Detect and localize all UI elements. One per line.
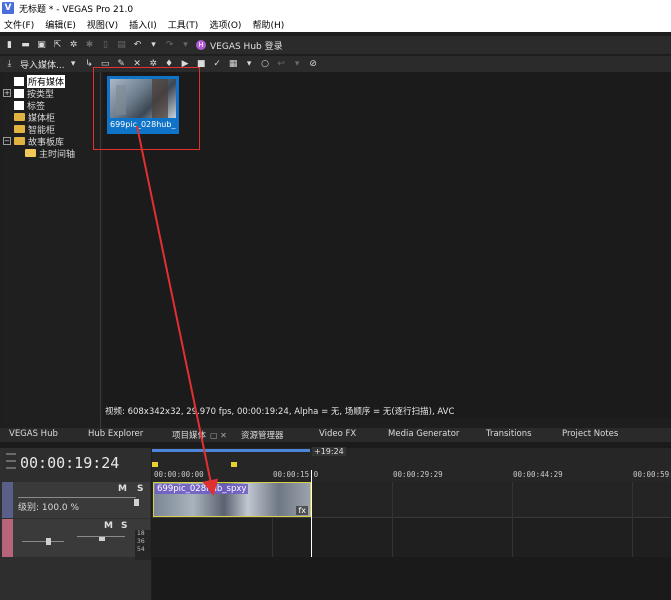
video-event-clip[interactable]: 699pic_028hub_spxy fx — [153, 482, 311, 517]
tree-item-smart-bins[interactable]: 智能柜 — [3, 123, 100, 136]
annotation-highlight-box — [93, 67, 200, 150]
loop-start-marker[interactable] — [152, 462, 158, 467]
views-chevron-icon[interactable]: ▾ — [244, 59, 255, 70]
tab-hub-explorer[interactable]: Hub Explorer — [88, 429, 143, 439]
auto-preview-icon[interactable]: ✓ — [212, 59, 223, 70]
clip-label: 699pic_028hub_spxy — [155, 484, 249, 494]
import-media-button[interactable]: 导入媒体... — [20, 58, 65, 71]
tab-video-fx[interactable]: Video FX — [319, 429, 356, 439]
copy-icon[interactable]: ▯ — [100, 40, 111, 51]
tab-media-generator[interactable]: Media Generator — [388, 429, 459, 439]
menu-bar: 文件(F) 编辑(E) 视图(V) 插入(I) 工具(T) 选项(O) 帮助(H… — [0, 16, 671, 32]
menu-tools[interactable]: 工具(T) — [168, 18, 199, 31]
timeline-empty-area — [152, 557, 671, 600]
level-slider-thumb[interactable] — [134, 499, 139, 506]
media-folder-icon — [14, 76, 24, 86]
menu-insert[interactable]: 插入(I) — [129, 18, 157, 31]
tag-folder-icon — [14, 100, 24, 110]
tab-vegas-hub[interactable]: VEGAS Hub — [9, 429, 58, 439]
undo-history-chevron-icon[interactable]: ▾ — [148, 40, 159, 51]
delete-icon[interactable]: ▤ — [116, 40, 127, 51]
audio-vu-meter: 18 36 54 — [135, 530, 151, 560]
vu-label: 18 — [137, 530, 145, 537]
cut-icon[interactable]: ✱ — [84, 40, 95, 51]
folder-icon — [14, 125, 25, 133]
tree-item-all-media[interactable]: 所有媒体 — [3, 74, 100, 88]
redo-icon[interactable]: ↷ — [164, 40, 175, 51]
tab-explorer[interactable]: 资源管理器 — [241, 429, 284, 441]
tree-item-storyboard-bins[interactable]: − 故事板库 — [3, 135, 100, 148]
solo-button[interactable]: S — [121, 521, 127, 531]
export-icon[interactable]: ⇱ — [52, 40, 63, 51]
solo-button[interactable]: S — [137, 484, 143, 494]
menu-file[interactable]: 文件(F) — [4, 18, 34, 31]
drag-handle-icon[interactable] — [4, 448, 18, 478]
media-folder-icon — [14, 88, 24, 98]
close-icon[interactable]: ▢ ✕ — [210, 431, 227, 440]
clear-filter-icon[interactable]: ⊘ — [308, 59, 319, 70]
audio-track-header[interactable] — [2, 519, 150, 557]
back-icon[interactable]: ↩ — [276, 59, 287, 70]
vegas-hub-icon[interactable]: H — [196, 40, 206, 50]
pan-slider-thumb[interactable] — [99, 537, 105, 541]
settings-gear-icon[interactable]: ✲ — [68, 40, 79, 51]
loop-end-marker[interactable] — [231, 462, 237, 467]
redo-history-chevron-icon[interactable]: ▾ — [180, 40, 191, 51]
undo-icon[interactable]: ↶ — [132, 40, 143, 51]
collapse-icon[interactable]: − — [3, 137, 11, 145]
main-toolbar: ▮ ▬ ▣ ⇱ ✲ ✱ ▯ ▤ ↶ ▾ ↷ ▾ H VEGAS Hub 登录 — [0, 36, 671, 54]
event-fx-icon[interactable]: fx — [296, 506, 308, 515]
ruler-time-label: 00:00:59:2 — [633, 470, 671, 479]
tab-label: 项目媒体 — [172, 431, 207, 441]
mute-button[interactable]: M — [104, 521, 113, 531]
menu-options[interactable]: 选项(O) — [209, 18, 241, 31]
menu-view[interactable]: 视图(V) — [87, 18, 118, 31]
tab-transitions[interactable]: Transitions — [486, 429, 532, 439]
tree-item-tags[interactable]: 标签 — [3, 99, 100, 112]
save-icon[interactable]: ▣ — [36, 40, 47, 51]
volume-slider-thumb[interactable] — [46, 538, 51, 545]
audio-track-lane[interactable] — [152, 519, 671, 557]
ruler-time-label: 00:00:00:00 — [154, 470, 204, 479]
level-slider[interactable] — [18, 497, 136, 498]
tab-project-notes[interactable]: Project Notes — [562, 429, 618, 439]
vegas-hub-login-link[interactable]: VEGAS Hub 登录 — [210, 39, 283, 52]
loop-region-length: +19:24 — [312, 447, 346, 456]
ruler-time-label: 00:00:29:29 — [393, 470, 443, 479]
vu-label: 36 — [137, 538, 145, 545]
loop-region-bar[interactable] — [152, 449, 310, 452]
menu-edit[interactable]: 编辑(E) — [45, 18, 76, 31]
media-info-status: 视频: 608x342x32, 29.970 fps, 00:00:19:24,… — [103, 404, 671, 418]
new-project-icon[interactable]: ▮ — [4, 40, 15, 51]
import-media-icon[interactable]: ⤓ — [4, 59, 15, 70]
window-docking-tabs: VEGAS Hub Hub Explorer 项目媒体 ▢ ✕ 资源管理器 Vid… — [0, 428, 671, 442]
import-chevron-icon[interactable]: ▾ — [68, 59, 79, 70]
tree-item-main-timeline[interactable]: 主时间轴 — [3, 147, 100, 160]
tree-item-by-type[interactable]: + 按类型 — [3, 87, 100, 100]
title-bar: V 无标题 * - VEGAS Pro 21.0 — [0, 0, 671, 16]
expand-icon[interactable]: + — [3, 89, 11, 97]
tree-item-media-bins[interactable]: 媒体柜 — [3, 111, 100, 124]
menu-help[interactable]: 帮助(H) — [252, 18, 284, 31]
window-title: 无标题 * - VEGAS Pro 21.0 — [19, 4, 134, 15]
track-level-label[interactable]: 级别: 100.0 % — [18, 500, 79, 513]
vu-label: 54 — [137, 546, 145, 553]
tab-project-media[interactable]: 项目媒体 ▢ ✕ — [172, 429, 227, 441]
views-icon[interactable]: ▦ — [228, 59, 239, 70]
open-project-icon[interactable]: ▬ — [20, 40, 31, 51]
timecode-display: 00:00:19:24 — [20, 454, 120, 472]
search-icon[interactable]: ○ — [260, 59, 271, 70]
tree-item-label: 主时间轴 — [39, 149, 76, 160]
folder-icon — [14, 137, 25, 145]
volume-slider[interactable] — [22, 541, 64, 542]
back-chevron-icon[interactable]: ▾ — [292, 59, 303, 70]
folder-icon — [14, 113, 25, 121]
mute-button[interactable]: M — [118, 484, 127, 494]
media-bin-tree: 所有媒体 + 按类型 标签 媒体柜 智能柜 − 故事板库 主时间轴 — [3, 72, 101, 429]
ruler-time-label: 00:00:44:29 — [513, 470, 563, 479]
vegas-app-icon: V — [2, 2, 14, 14]
open-folder-icon — [25, 149, 36, 157]
